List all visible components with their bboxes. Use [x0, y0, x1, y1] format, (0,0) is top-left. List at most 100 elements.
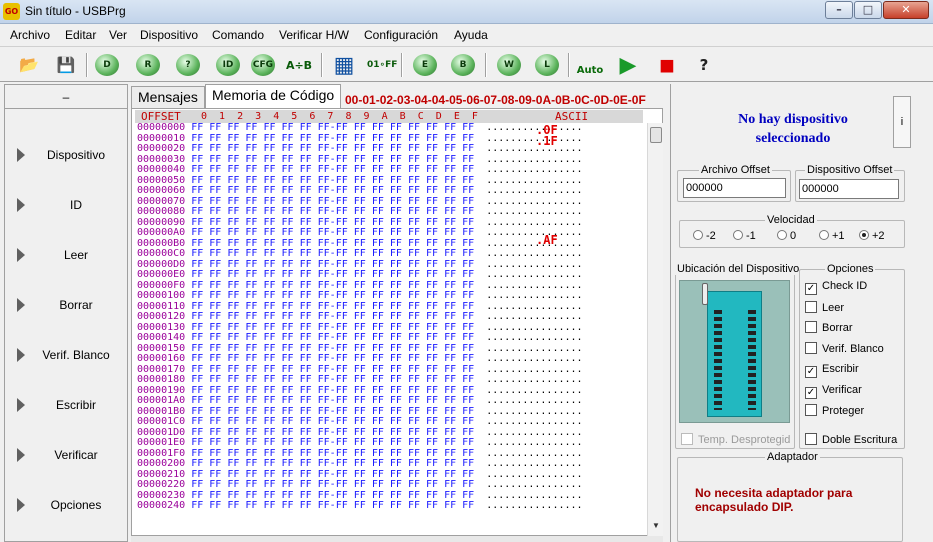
row-bytes[interactable]: FF FF FF FF FF FF FF FF-FF FF FF FF FF F…	[191, 227, 474, 238]
read-d-button[interactable]: D	[92, 50, 122, 80]
menu-dispositivo[interactable]: Dispositivo	[140, 28, 198, 42]
row-bytes[interactable]: FF FF FF FF FF FF FF FF-FF FF FF FF FF F…	[191, 332, 474, 343]
save-button[interactable]: 💾	[51, 50, 81, 80]
row-bytes[interactable]: FF FF FF FF FF FF FF FF-FF FF FF FF FF F…	[191, 490, 474, 501]
cmd-dispositivo[interactable]: Dispositivo	[5, 130, 127, 180]
open-button[interactable]: 📂	[14, 50, 44, 80]
hex-editor-button[interactable]: ▦	[329, 50, 359, 80]
archivo-offset-field[interactable]: 000000	[683, 178, 786, 198]
play-button[interactable]: ▶	[613, 50, 643, 80]
row-bytes[interactable]: FF FF FF FF FF FF FF FF-FF FF FF FF FF F…	[191, 217, 474, 228]
blank-check-button[interactable]: ?	[173, 50, 203, 80]
cmd-verificar[interactable]: Verificar	[5, 430, 127, 480]
fill-button[interactable]: 01∘FF	[366, 50, 397, 80]
row-bytes[interactable]: FF FF FF FF FF FF FF FF-FF FF FF FF FF F…	[191, 395, 474, 406]
row-bytes[interactable]: FF FF FF FF FF FF FF FF-FF FF FF FF FF F…	[191, 416, 474, 427]
row-bytes[interactable]: FF FF FF FF FF FF FF FF-FF FF FF FF FF F…	[191, 479, 474, 490]
row-bytes[interactable]: FF FF FF FF FF FF FF FF-FF FF FF FF FF F…	[191, 164, 474, 175]
row-bytes[interactable]: FF FF FF FF FF FF FF FF-FF FF FF FF FF F…	[191, 364, 474, 375]
compare-button[interactable]: A÷B	[284, 50, 314, 80]
row-bytes[interactable]: FF FF FF FF FF FF FF FF-FF FF FF FF FF F…	[191, 185, 474, 196]
row-bytes[interactable]: FF FF FF FF FF FF FF FF-FF FF FF FF FF F…	[191, 280, 474, 291]
row-bytes[interactable]: FF FF FF FF FF FF FF FF-FF FF FF FF FF F…	[191, 448, 474, 459]
cmd-borrar[interactable]: Borrar	[5, 280, 127, 330]
socket-lever	[702, 283, 708, 305]
cmd-escribir[interactable]: Escribir	[5, 380, 127, 430]
vertical-scrollbar[interactable]: ▼	[647, 123, 663, 536]
row-bytes[interactable]: FF FF FF FF FF FF FF FF-FF FF FF FF FF F…	[191, 154, 474, 165]
dispositivo-offset-field[interactable]: 000000	[799, 179, 899, 199]
row-bytes[interactable]: FF FF FF FF FF FF FF FF-FF FF FF FF FF F…	[191, 133, 474, 144]
option-proteger-checkbox[interactable]: Proteger	[805, 404, 864, 417]
row-bytes[interactable]: FF FF FF FF FF FF FF FF-FF FF FF FF FF F…	[191, 374, 474, 385]
option-escribir-checkbox[interactable]: ✓ Escribir	[805, 363, 859, 378]
speed-radio-minus2[interactable]: -2	[693, 230, 716, 242]
row-bytes[interactable]: FF FF FF FF FF FF FF FF-FF FF FF FF FF F…	[191, 301, 474, 312]
read-r-button[interactable]: R	[133, 50, 163, 80]
scroll-down-icon[interactable]: ▼	[652, 521, 660, 530]
speed-radio-minus1[interactable]: -1	[733, 230, 756, 242]
row-bytes[interactable]: FF FF FF FF FF FF FF FF-FF FF FF FF FF F…	[191, 427, 474, 438]
speed-radio-0[interactable]: 0	[777, 230, 796, 242]
row-bytes[interactable]: FF FF FF FF FF FF FF FF-FF FF FF FF FF F…	[191, 343, 474, 354]
row-bytes[interactable]: FF FF FF FF FF FF FF FF-FF FF FF FF FF F…	[191, 269, 474, 280]
tab-mensajes[interactable]: Mensajes	[131, 86, 205, 108]
maximize-button[interactable]: □	[854, 1, 882, 19]
row-bytes[interactable]: FF FF FF FF FF FF FF FF-FF FF FF FF FF F…	[191, 143, 474, 154]
option-leer-checkbox[interactable]: Leer	[805, 300, 844, 314]
horizontal-scrollbar[interactable]	[131, 536, 663, 542]
row-bytes[interactable]: FF FF FF FF FF FF FF FF-FF FF FF FF FF F…	[191, 122, 474, 133]
close-button[interactable]: ✕	[883, 1, 929, 19]
option-verif-blanco-checkbox[interactable]: Verif. Blanco	[805, 342, 884, 355]
cmd-verif-blanco[interactable]: Verif. Blanco	[5, 330, 127, 380]
row-bytes[interactable]: FF FF FF FF FF FF FF FF-FF FF FF FF FF F…	[191, 238, 474, 249]
menu-editar[interactable]: Editar	[65, 28, 96, 42]
row-bytes[interactable]: FF FF FF FF FF FF FF FF-FF FF FF FF FF F…	[191, 290, 474, 301]
speed-radio-plus2[interactable]: +2	[859, 230, 885, 242]
minimize-button[interactable]: –	[825, 1, 853, 19]
row-bytes[interactable]: FF FF FF FF FF FF FF FF-FF FF FF FF FF F…	[191, 469, 474, 480]
id-button[interactable]: ID	[213, 50, 243, 80]
info-button[interactable]: i	[893, 96, 911, 148]
row-bytes[interactable]: FF FF FF FF FF FF FF FF-FF FF FF FF FF F…	[191, 206, 474, 217]
auto-button[interactable]: Auto	[575, 50, 605, 80]
stop-button[interactable]: ■	[652, 50, 682, 80]
speed-radio-plus1[interactable]: +1	[819, 230, 845, 242]
blank-b-button[interactable]: B	[448, 50, 478, 80]
cmd-leer[interactable]: Leer	[5, 230, 127, 280]
row-bytes[interactable]: FF FF FF FF FF FF FF FF-FF FF FF FF FF F…	[191, 500, 474, 511]
row-bytes[interactable]: FF FF FF FF FF FF FF FF-FF FF FF FF FF F…	[191, 322, 474, 333]
tab-memoria-de-codigo[interactable]: Memoria de Código	[205, 84, 342, 109]
arrow-right-icon	[17, 498, 25, 512]
menu-archivo[interactable]: Archivo	[10, 28, 50, 42]
radio-icon	[693, 230, 703, 240]
row-bytes[interactable]: FF FF FF FF FF FF FF FF-FF FF FF FF FF F…	[191, 458, 474, 469]
option-check-id-checkbox[interactable]: ✓ Check ID	[805, 280, 867, 295]
row-bytes[interactable]: FF FF FF FF FF FF FF FF-FF FF FF FF FF F…	[191, 385, 474, 396]
menu-ayuda[interactable]: Ayuda	[454, 28, 488, 42]
row-bytes[interactable]: FF FF FF FF FF FF FF FF-FF FF FF FF FF F…	[191, 311, 474, 322]
menu-configuracion[interactable]: Configuración	[364, 28, 438, 42]
option-borrar-checkbox[interactable]: Borrar	[805, 321, 853, 334]
help-button[interactable]: ?	[689, 50, 719, 80]
scroll-thumb[interactable]	[650, 127, 662, 143]
row-bytes[interactable]: FF FF FF FF FF FF FF FF-FF FF FF FF FF F…	[191, 353, 474, 364]
menu-comando[interactable]: Comando	[212, 28, 264, 42]
menu-ver[interactable]: Ver	[109, 28, 127, 42]
row-bytes[interactable]: FF FF FF FF FF FF FF FF-FF FF FF FF FF F…	[191, 406, 474, 417]
cmd-opciones[interactable]: Opciones	[5, 480, 127, 530]
erase-button[interactable]: E	[410, 50, 440, 80]
cmd-id[interactable]: ID	[5, 180, 127, 230]
menu-verificar-hw[interactable]: Verificar H/W	[279, 28, 349, 42]
row-bytes[interactable]: FF FF FF FF FF FF FF FF-FF FF FF FF FF F…	[191, 259, 474, 270]
hex-editor[interactable]: OFFSET 0 1 2 3 4 5 6 7 8 9 A B C D E F ASC…	[131, 108, 663, 536]
row-bytes[interactable]: FF FF FF FF FF FF FF FF-FF FF FF FF FF F…	[191, 248, 474, 259]
doble-escritura-checkbox[interactable]: Doble Escritura	[805, 433, 897, 446]
write-button[interactable]: W	[494, 50, 524, 80]
row-bytes[interactable]: FF FF FF FF FF FF FF FF-FF FF FF FF FF F…	[191, 196, 474, 207]
lock-button[interactable]: L	[532, 50, 562, 80]
row-bytes[interactable]: FF FF FF FF FF FF FF FF-FF FF FF FF FF F…	[191, 175, 474, 186]
option-verificar-checkbox[interactable]: ✓ Verificar	[805, 384, 862, 399]
row-bytes[interactable]: FF FF FF FF FF FF FF FF-FF FF FF FF FF F…	[191, 437, 474, 448]
cfg-button[interactable]: CFG	[248, 50, 278, 80]
